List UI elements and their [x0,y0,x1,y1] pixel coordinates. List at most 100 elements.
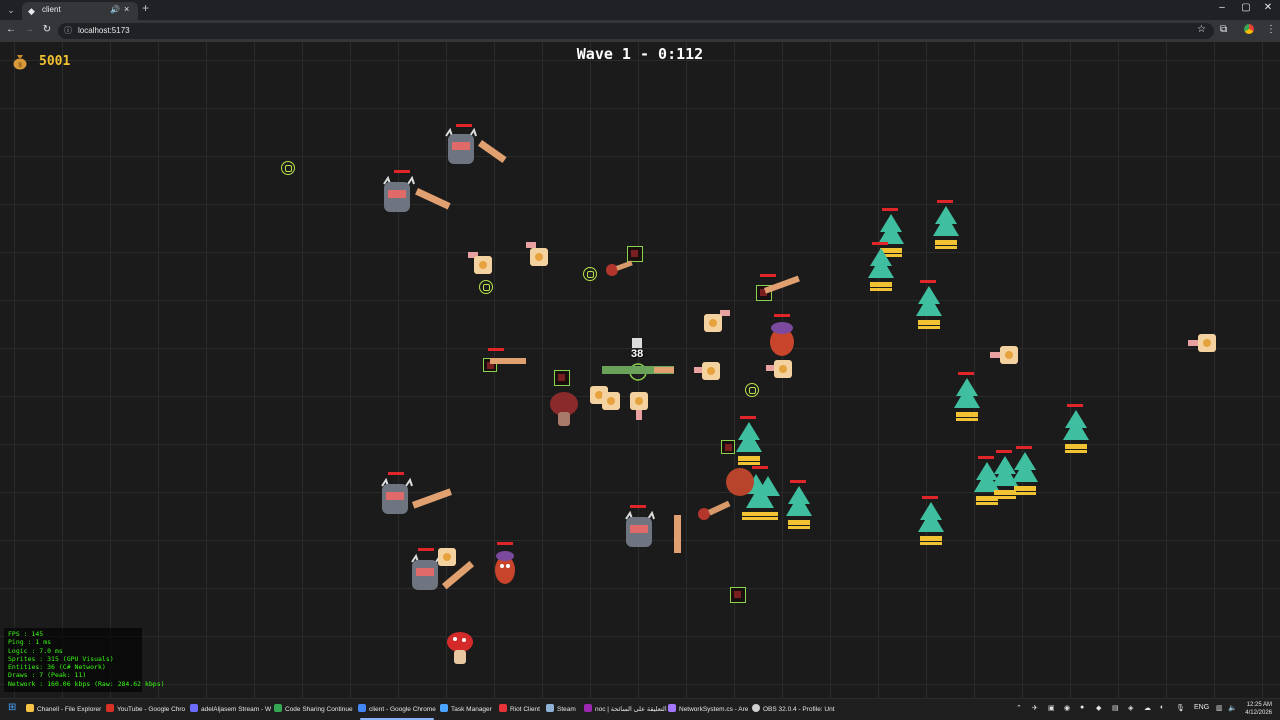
tree-enemy [1063,404,1089,453]
red-bird-enemy [770,314,794,356]
stat-ping: Ping : 1 ms [8,638,52,647]
maximize-button[interactable]: ▢ [1236,2,1256,13]
tab-search-icon[interactable]: ⌄ [4,3,18,17]
tree-enemy [916,280,942,329]
tab-title: client [42,5,61,14]
xp-orb-pickup [583,267,597,281]
pinwheel-projectile [526,242,548,266]
menu-kebab-icon[interactable]: ⋮ [1266,24,1276,35]
system-clock[interactable]: 12:25 AM 4/12/2026 [1245,701,1272,717]
bird-small-enemy [606,260,633,276]
stat-fps: FPS : 145 [8,630,44,638]
taskbar-item-file-explorer[interactable]: Chanell - File Explorer [26,704,101,713]
browser-toolbar: ← → ↻ ⓘ localhost:5173 ☆ ⧉ ⋮ [0,20,1280,42]
tree-enemy [918,496,944,545]
viking-enemy [381,472,452,514]
stat-draws: Draws : 7 (Peak: 11) [8,671,87,680]
mushroom-enemy [447,632,473,664]
close-window-button[interactable]: ✕ [1258,2,1278,13]
url-text[interactable]: localhost:5173 [78,26,130,35]
tray-app-icon[interactable]: ✈ [1032,704,1038,712]
start-windows-icon[interactable]: ⊞ [8,702,16,713]
pinwheel-projectile [990,346,1018,364]
pinwheel-projectile [590,386,620,410]
language-indicator[interactable]: ENG [1194,704,1209,711]
tree-enemy [868,242,894,291]
task-manager-icon [440,704,448,712]
tray-app-icon[interactable]: ◐ [1160,704,1164,711]
tray-app-icon[interactable]: ◈ [1128,704,1133,712]
pinwheel-projectile [1188,334,1216,352]
pinwheel-projectile [438,548,456,566]
back-arrow-icon[interactable]: ← [4,24,18,35]
clock-date: 4/12/2026 [1245,710,1272,716]
player-character [602,338,674,381]
pinwheel-projectile [468,252,492,274]
taskbar-item-client-chrome[interactable]: client - Google Chrome [358,704,436,713]
stat-entities: Entities: 36 (C# Network) [8,663,106,672]
dying-enemy [726,468,754,496]
tab-close-icon[interactable]: × [124,4,129,14]
gun-weapon [488,348,526,364]
pinwheel-projectile [766,360,792,378]
gun-weapon [760,274,800,294]
reload-icon[interactable]: ↻ [40,24,54,35]
tree-enemy [1012,446,1038,495]
chrome-icon [190,704,198,712]
loot-crate [730,587,746,603]
taskbar-item-youtube[interactable]: YouTube - Google Chro [106,704,185,713]
pinwheel-projectile [694,362,720,380]
stat-sprites: Sprites : 315 (GPU Visuals) [8,654,114,663]
steam-icon [546,704,554,712]
viking-enemy [445,124,507,164]
folder-icon [26,704,34,712]
tray-app-icon[interactable]: ▣ [1048,704,1055,712]
tree-enemy [786,480,812,529]
taskbar-item-steam[interactable]: Steam [546,704,576,713]
tree-enemy [954,372,980,421]
taskbar-item-stream[interactable]: adelAljasem Stream - W [190,704,271,713]
bird-small-enemy [698,500,731,520]
tab-strip: ⌄ ◆ client 🔊 × + – ▢ ✕ [0,0,1280,20]
chrome-icon [106,704,114,712]
profile-avatar-icon[interactable] [1244,24,1254,34]
taskbar-item-riot-client[interactable]: Riot Client [499,704,540,713]
microphone-icon[interactable]: 🎙 [1176,704,1185,712]
browser-chrome: ⌄ ◆ client 🔊 × + – ▢ ✕ ← → ↻ ⓘ localhost… [0,0,1280,42]
xp-orb-pickup [745,383,759,397]
taskbar-item-code-sharing[interactable]: Code Sharing Continue [274,704,353,713]
taskbar-item-network-system[interactable]: NetworkSystem.cs - Are [668,704,748,713]
volume-icon[interactable]: 🔈 [1228,704,1237,712]
site-info-icon[interactable]: ⓘ [64,25,72,36]
loot-crate [554,370,570,386]
network-icon[interactable]: ▥ [1216,704,1223,712]
damage-number: 38 [631,348,644,360]
tray-app-icon[interactable]: ☁ [1144,704,1151,712]
stat-network: Network : 160.06 kbps (Raw: 284.62 kbps) [8,679,165,688]
windows-taskbar: ⊞ Chanell - File Explorer YouTube - Goog… [0,698,1280,720]
tray-chevron-icon[interactable]: ⌃ [1016,704,1022,712]
speaker-icon[interactable]: 🔊 [110,5,120,14]
favicon-icon: ◆ [28,6,35,16]
tray-app-icon[interactable]: ◉ [1064,704,1070,712]
tray-app-icon[interactable]: ▤ [1112,704,1119,712]
clock-time: 12:25 AM [1246,702,1272,708]
pinwheel-projectile [630,392,648,420]
address-bar[interactable]: ⓘ localhost:5173 ☆ [58,23,1214,39]
tab-client[interactable]: ◆ client 🔊 × [22,2,138,20]
new-tab-button[interactable]: + [142,1,149,15]
pinwheel-projectile [704,310,730,332]
tray-app-icon[interactable]: ◆ [1096,704,1101,712]
minimize-button[interactable]: – [1212,2,1232,13]
extensions-icon[interactable]: ⧉ [1220,24,1227,35]
tray-app-icon[interactable]: ● [1080,704,1084,711]
xp-orb-pickup [281,161,295,175]
game-canvas[interactable]: $ 5001 Wave 1 - 0:112 38 FPS: 145 Ping … [0,42,1280,698]
bookmark-star-icon[interactable]: ☆ [1197,24,1206,35]
taskbar-item-task-manager[interactable]: Task Manager [440,704,492,713]
chrome-icon [274,704,282,712]
taskbar-item-obs[interactable]: OBS 32.0.4 - Profile: Unt [752,704,835,713]
taskbar-item-noc[interactable]: noc | التعليقة على السائحة [584,704,667,713]
forward-arrow-icon[interactable]: → [22,24,36,35]
money-bag-icon: $ [13,55,27,70]
